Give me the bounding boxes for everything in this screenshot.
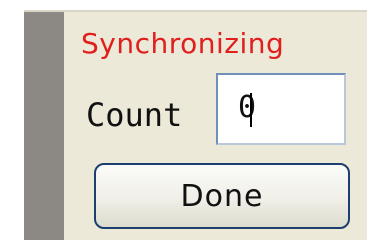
done-button-label: Done bbox=[180, 178, 264, 214]
done-button[interactable]: Done bbox=[94, 163, 350, 229]
count-label: Count bbox=[86, 96, 183, 134]
text-caret bbox=[250, 93, 253, 127]
left-border-strip bbox=[24, 12, 64, 240]
count-input[interactable]: 0 bbox=[216, 73, 346, 145]
count-value: 0 bbox=[238, 90, 257, 125]
sync-dialog: Synchronizing Count 0 Done bbox=[0, 0, 377, 248]
status-text: Synchronizing bbox=[81, 27, 285, 60]
